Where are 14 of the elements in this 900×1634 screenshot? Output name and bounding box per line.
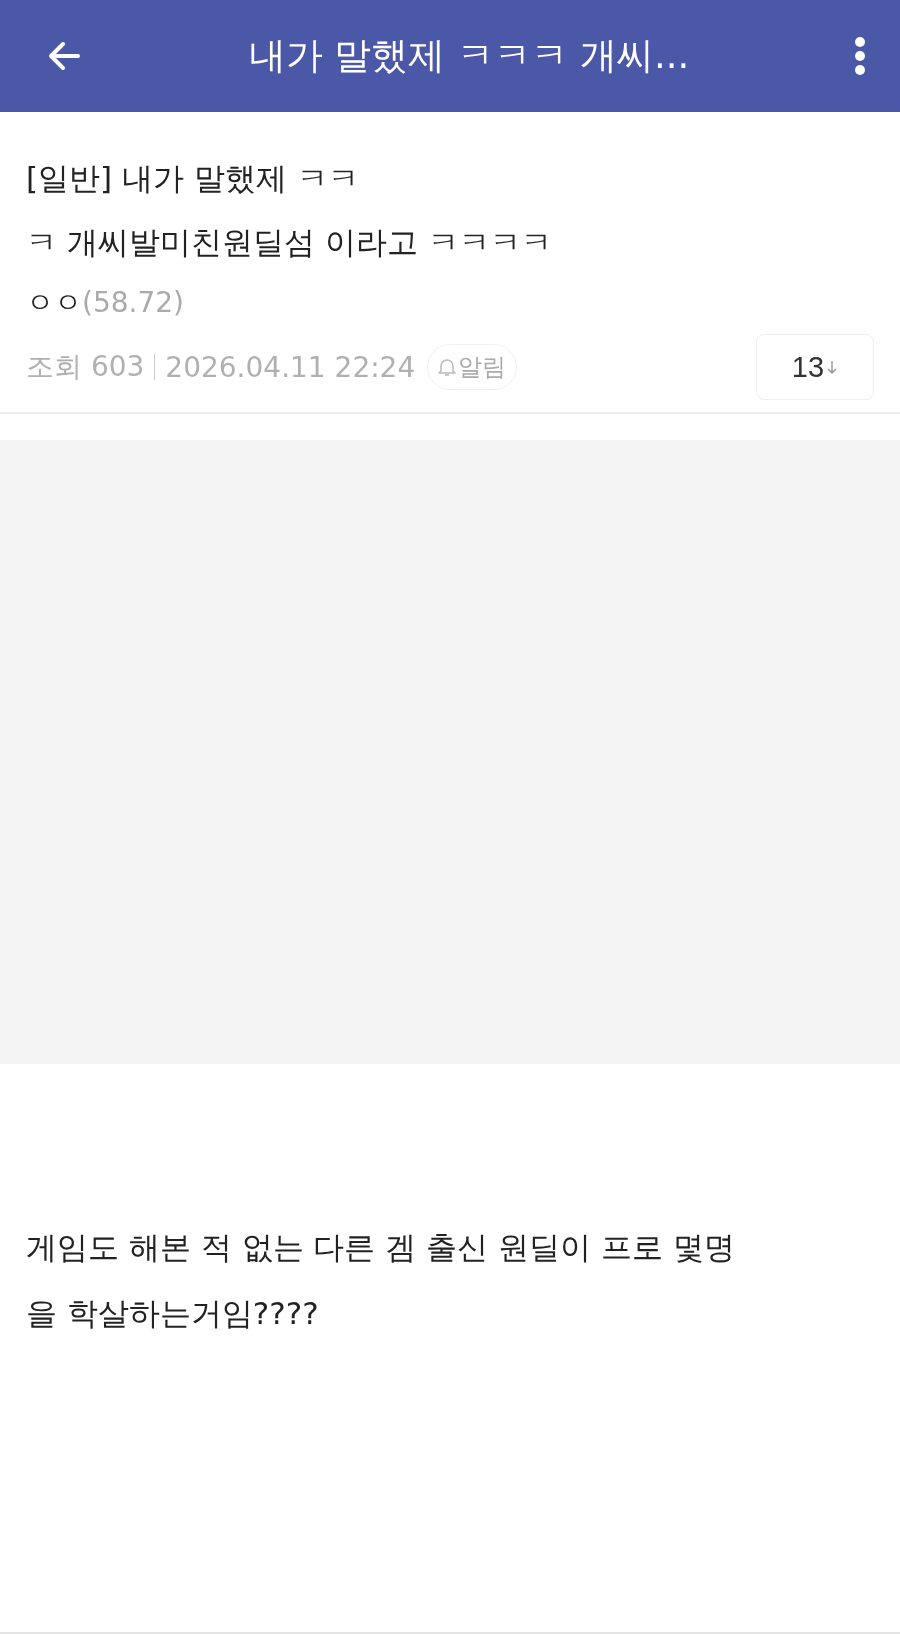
post-title: [일반] 내가 말했제 ㅋㅋ [26,159,360,198]
down-arrow-icon [826,359,839,375]
post-body-text: 을 학살하는거임???? [26,1294,320,1333]
post-date: 2026.04.11 22:24 [165,350,416,384]
post-title: ㅋ 개씨발미친원딜섬 이라고 ㅋㅋㅋㅋ [26,223,553,262]
author-name: ㅇㅇ [26,285,82,321]
bell-icon [438,357,457,377]
author-ip: (58.72) [82,286,184,319]
page-title: 내가 말했제 ㅋㅋㅋ 개씨... [247,33,691,79]
view-count: 조회 603 [26,349,145,385]
comment-count-button[interactable]: 13 [756,334,874,400]
more-button[interactable] [854,36,866,76]
post-body-text: 게임도 해본 적 없는 다른 겜 출신 원딜이 프로 몇명 [26,1228,736,1267]
more-icon [854,36,866,76]
